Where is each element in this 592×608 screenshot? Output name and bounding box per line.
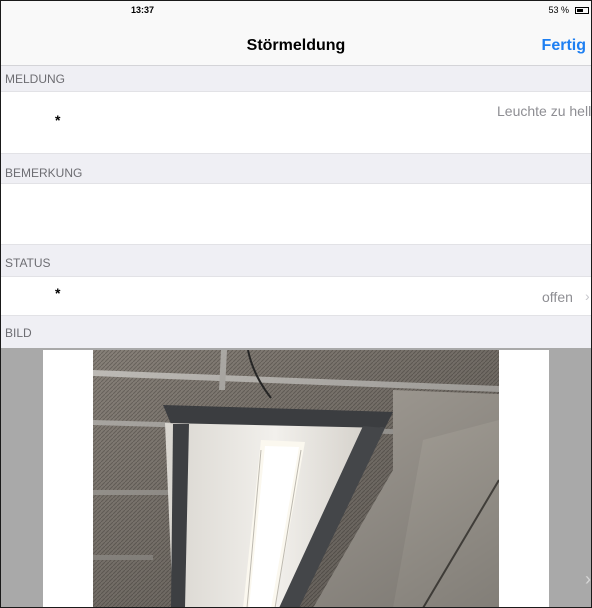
next-image-chevron-icon[interactable]: › xyxy=(585,569,591,590)
clock: 13:37 xyxy=(131,5,155,15)
page-title: Störmeldung xyxy=(246,37,346,54)
battery-icon xyxy=(575,7,589,14)
section-header-bild: BILD xyxy=(1,319,591,345)
chevron-right-icon: › xyxy=(585,288,590,304)
section-header-bemerkung: BEMERKUNG xyxy=(1,159,591,185)
fault-photo[interactable] xyxy=(93,350,499,607)
bemerkung-cell[interactable] xyxy=(1,183,591,245)
done-button[interactable]: Fertig xyxy=(542,37,586,55)
section-header-status: STATUS xyxy=(1,249,591,275)
section-header-label: MELDUNG xyxy=(5,72,66,86)
status-bar: 13:37 53 % xyxy=(1,1,591,23)
navigation-bar: Störmeldung Fertig xyxy=(1,23,591,66)
status-value: offen xyxy=(542,289,573,305)
meldung-value[interactable]: Leuchte zu hell xyxy=(497,103,591,119)
section-header-meldung: MELDUNG xyxy=(1,65,591,91)
section-header-label: STATUS xyxy=(5,256,51,270)
required-marker: * xyxy=(55,112,61,128)
meldung-cell[interactable]: * Leuchte zu hell xyxy=(1,91,591,154)
status-cell[interactable]: * offen › xyxy=(1,276,591,316)
section-header-label: BILD xyxy=(5,326,32,340)
battery-percent: 53 % xyxy=(548,5,569,15)
section-header-label: BEMERKUNG xyxy=(5,166,83,180)
app-window: 13:37 53 % Störmeldung Fertig MELDUNG * … xyxy=(0,0,592,608)
required-marker: * xyxy=(55,285,61,301)
